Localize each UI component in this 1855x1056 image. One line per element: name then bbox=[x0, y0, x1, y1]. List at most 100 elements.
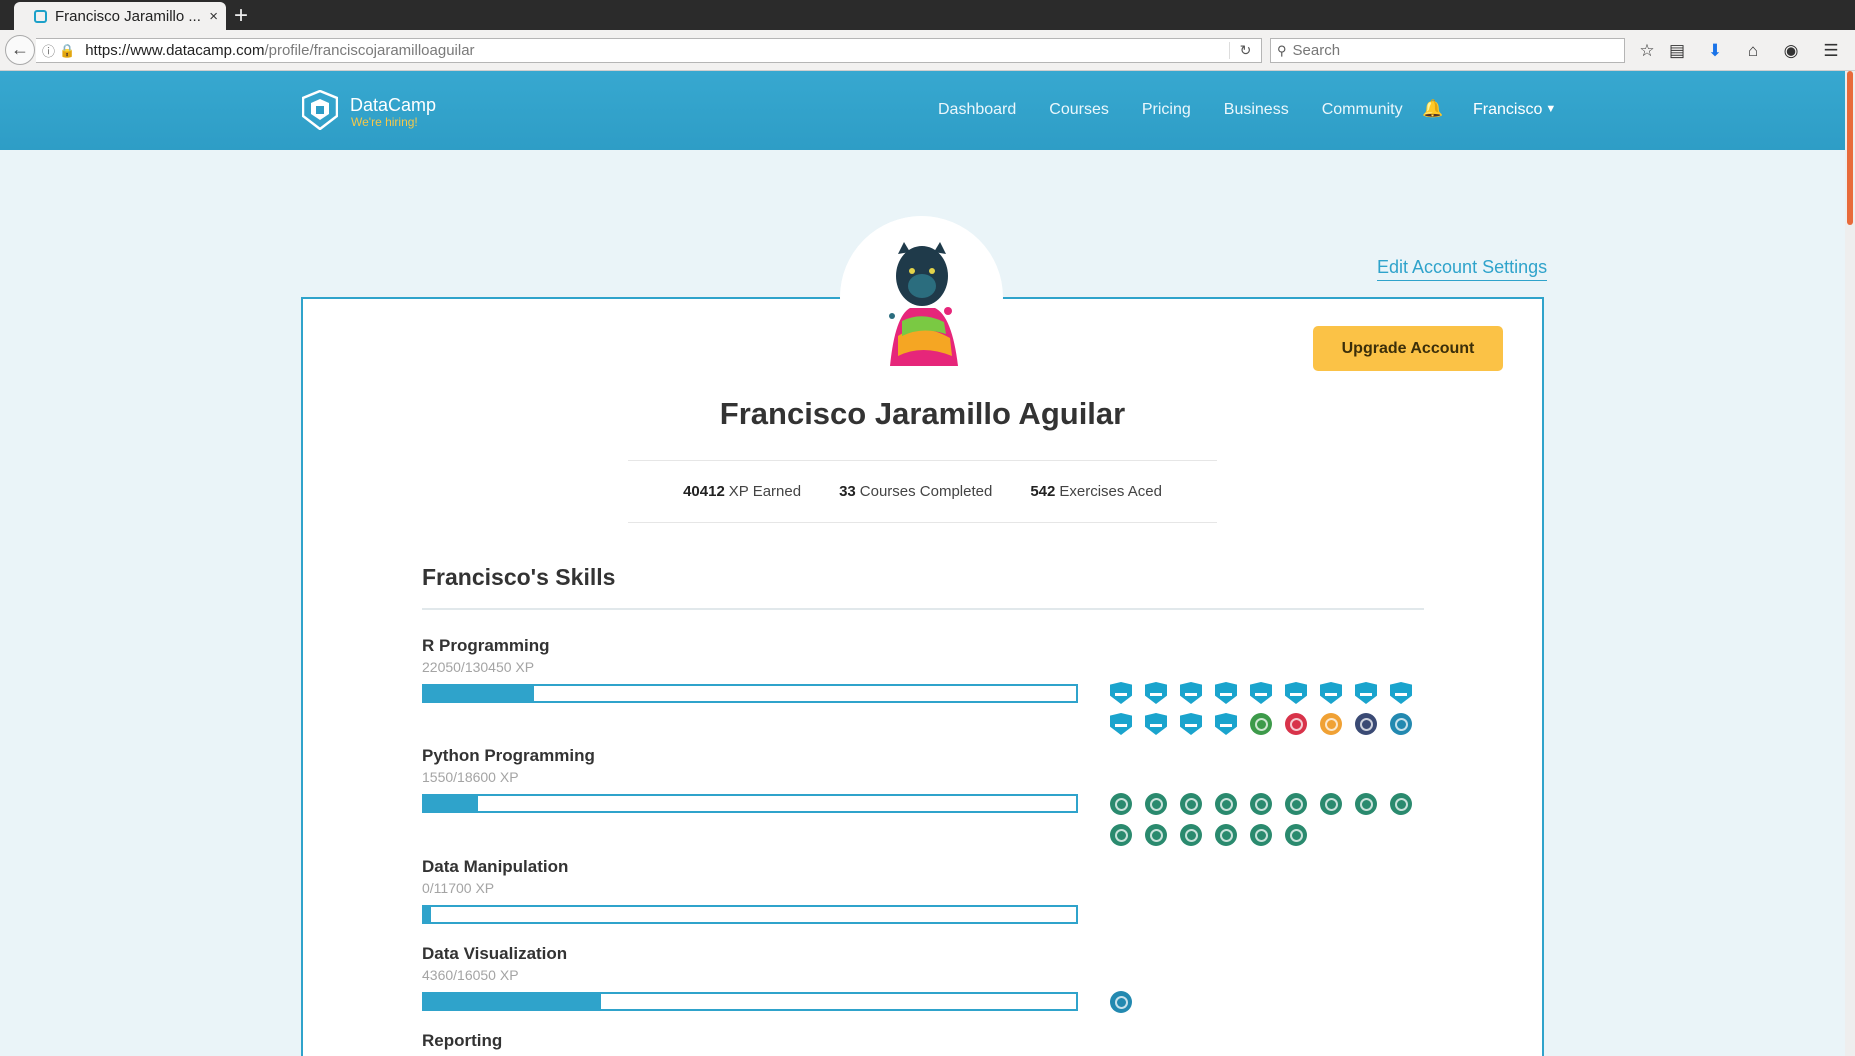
browser-tab[interactable]: Francisco Jaramillo ... × bbox=[14, 2, 226, 30]
course-badge-shield-icon[interactable] bbox=[1215, 682, 1237, 704]
edit-account-settings-link[interactable]: Edit Account Settings bbox=[1377, 257, 1548, 281]
stat-courses-label: Courses Completed bbox=[859, 483, 993, 500]
course-badge-shield-icon[interactable] bbox=[1250, 682, 1272, 704]
course-badge-shield-icon[interactable] bbox=[1110, 682, 1132, 704]
skills-title: Francisco's Skills bbox=[422, 564, 616, 590]
skill-progress-bar bbox=[422, 684, 1078, 703]
course-badge-shield-icon[interactable] bbox=[1180, 682, 1202, 704]
brand-name[interactable]: DataCamp bbox=[350, 95, 436, 116]
skill-name: Data Visualization bbox=[422, 944, 568, 963]
course-badge-shield-icon[interactable] bbox=[1145, 713, 1167, 735]
skill-name: Data Manipulation bbox=[422, 857, 569, 876]
course-badge-round-icon[interactable] bbox=[1110, 824, 1132, 846]
skill-name: Reporting bbox=[422, 1031, 503, 1050]
info-icon[interactable]: ⓘ bbox=[42, 41, 55, 60]
profile-stats: 40412 XP Earned 33 Courses Completed 542 Ex… bbox=[628, 460, 1217, 523]
nav-community[interactable]: Community bbox=[1322, 101, 1403, 119]
course-badge-round-icon[interactable] bbox=[1250, 793, 1272, 815]
skill-python-programming: Python Programming 1550/18600 XP bbox=[422, 746, 1082, 813]
skill-data-manipulation: Data Manipulation 0/11700 XP bbox=[422, 857, 1082, 924]
skill-xp: 22050/130450 XP bbox=[422, 659, 535, 675]
course-badge-round-icon[interactable] bbox=[1215, 824, 1237, 846]
course-badge-round-icon[interactable] bbox=[1320, 793, 1342, 815]
bell-icon[interactable]: 🔔 bbox=[1422, 99, 1443, 119]
skill-progress-fill bbox=[424, 686, 535, 701]
nav-business[interactable]: Business bbox=[1224, 101, 1289, 119]
course-badge-round-icon[interactable] bbox=[1110, 991, 1132, 1013]
course-badge-shield-icon[interactable] bbox=[1145, 682, 1167, 704]
bookmark-star-icon[interactable]: ☆ bbox=[1636, 40, 1658, 62]
course-badge-shield-icon[interactable] bbox=[1355, 682, 1377, 704]
url-domain: https://www.datacamp.com bbox=[85, 42, 265, 59]
search-input[interactable]: ⚲ Search bbox=[1270, 38, 1625, 63]
user-name: Francisco bbox=[1473, 101, 1543, 118]
reload-icon[interactable]: ↻ bbox=[1229, 42, 1261, 59]
stat-xp: 40412 XP Earned bbox=[683, 483, 801, 500]
skill-badges bbox=[1110, 793, 1430, 846]
panther-avatar-icon bbox=[840, 216, 1002, 378]
course-badge-shield-icon[interactable] bbox=[1215, 713, 1237, 735]
lock-icon: 🔒 bbox=[59, 42, 76, 58]
home-icon[interactable]: ⌂ bbox=[1742, 40, 1764, 62]
datacamp-favicon-icon bbox=[34, 9, 47, 23]
back-arrow-icon[interactable]: ← bbox=[5, 35, 35, 65]
url-text[interactable]: https://www.datacamp.com/profile/francis… bbox=[85, 42, 1229, 59]
menu-icon[interactable]: ☰ bbox=[1820, 40, 1842, 62]
course-badge-round-icon[interactable] bbox=[1285, 793, 1307, 815]
browser-toolbar: ← ⓘ 🔒 https://www.datacamp.com/profile/f… bbox=[0, 30, 1855, 71]
stat-exercises: 542 Exercises Aced bbox=[1030, 483, 1162, 500]
hiring-link[interactable]: We're hiring! bbox=[351, 115, 418, 129]
user-menu[interactable]: Francisco ▼ bbox=[1473, 101, 1556, 119]
download-icon[interactable]: ⬇ bbox=[1704, 40, 1726, 62]
course-badge-round-icon[interactable] bbox=[1285, 713, 1307, 735]
stat-courses-value: 33 bbox=[839, 483, 856, 500]
skill-name: Python Programming bbox=[422, 746, 595, 765]
course-badge-shield-icon[interactable] bbox=[1180, 713, 1202, 735]
nav-courses[interactable]: Courses bbox=[1049, 101, 1109, 119]
course-badge-round-icon[interactable] bbox=[1215, 793, 1237, 815]
course-badge-round-icon[interactable] bbox=[1320, 713, 1342, 735]
course-badge-round-icon[interactable] bbox=[1390, 793, 1412, 815]
course-badge-round-icon[interactable] bbox=[1180, 824, 1202, 846]
course-badge-round-icon[interactable] bbox=[1145, 824, 1167, 846]
new-tab-icon[interactable]: + bbox=[234, 2, 248, 30]
reading-list-icon[interactable]: ▤ bbox=[1666, 40, 1688, 62]
avatar bbox=[840, 216, 1003, 379]
course-badge-round-icon[interactable] bbox=[1355, 713, 1377, 735]
course-badge-shield-icon[interactable] bbox=[1285, 682, 1307, 704]
course-badge-shield-icon[interactable] bbox=[1110, 713, 1132, 735]
address-bar[interactable]: ⓘ 🔒 https://www.datacamp.com/profile/fra… bbox=[36, 38, 1262, 63]
course-badge-round-icon[interactable] bbox=[1250, 713, 1272, 735]
skill-progress-bar bbox=[422, 992, 1078, 1011]
skill-r-programming: R Programming 22050/130450 XP bbox=[422, 636, 1082, 703]
stat-courses: 33 Courses Completed bbox=[839, 483, 992, 500]
stat-xp-label: XP Earned bbox=[728, 483, 802, 500]
stat-xp-value: 40412 bbox=[683, 483, 725, 500]
course-badge-shield-icon[interactable] bbox=[1320, 682, 1342, 704]
close-tab-icon[interactable]: × bbox=[209, 8, 218, 25]
skill-badges bbox=[1110, 682, 1430, 735]
skill-xp: 0/11700 XP bbox=[422, 880, 495, 896]
course-badge-shield-icon[interactable] bbox=[1390, 682, 1412, 704]
divider bbox=[422, 608, 1424, 610]
course-badge-round-icon[interactable] bbox=[1390, 713, 1412, 735]
course-badge-round-icon[interactable] bbox=[1145, 793, 1167, 815]
datacamp-logo-icon[interactable] bbox=[302, 90, 338, 130]
course-badge-round-icon[interactable] bbox=[1285, 824, 1307, 846]
nav-pricing[interactable]: Pricing bbox=[1142, 101, 1191, 119]
nav-dashboard[interactable]: Dashboard bbox=[938, 101, 1016, 119]
skill-xp: 4360/16050 XP bbox=[422, 967, 519, 983]
pocket-icon[interactable]: ◉ bbox=[1780, 40, 1802, 62]
course-badge-round-icon[interactable] bbox=[1355, 793, 1377, 815]
course-badge-round-icon[interactable] bbox=[1250, 824, 1272, 846]
scrollbar-thumb[interactable] bbox=[1847, 71, 1853, 225]
upgrade-account-button[interactable]: Upgrade Account bbox=[1313, 326, 1503, 371]
skill-progress-fill bbox=[424, 907, 431, 922]
course-badge-round-icon[interactable] bbox=[1110, 793, 1132, 815]
course-badge-round-icon[interactable] bbox=[1180, 793, 1202, 815]
search-icon: ⚲ bbox=[1277, 42, 1287, 58]
skill-progress-fill bbox=[424, 994, 602, 1009]
tab-title: Francisco Jaramillo ... bbox=[55, 7, 201, 25]
main-nav: Dashboard Courses Pricing Business Commu… bbox=[938, 101, 1403, 119]
chevron-down-icon: ▼ bbox=[1545, 103, 1557, 115]
